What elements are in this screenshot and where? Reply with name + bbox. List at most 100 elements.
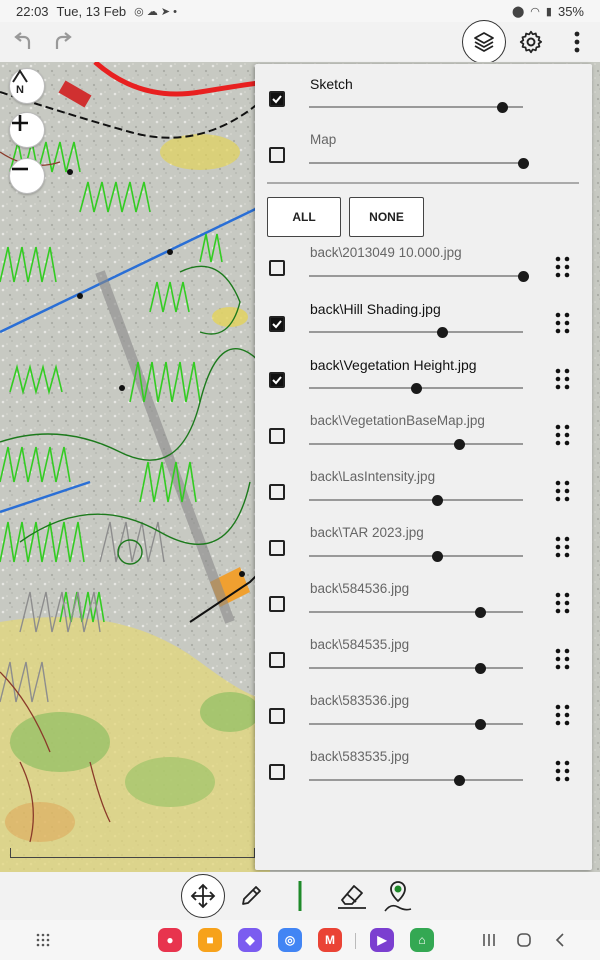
minus-icon: [12, 167, 28, 171]
slider-thumb[interactable]: [411, 383, 422, 394]
layer-opacity-slider[interactable]: [309, 551, 523, 562]
layer-drag-handle[interactable]: [553, 591, 573, 615]
layer-visibility-checkbox[interactable]: [269, 147, 285, 163]
vertical-dots-icon: [574, 31, 580, 53]
layer-drag-handle[interactable]: [553, 423, 573, 447]
app-shortcut-icon[interactable]: M: [318, 928, 342, 952]
layer-row: back\583535.jpg: [255, 742, 592, 798]
select-all-button[interactable]: ALL: [267, 197, 341, 237]
slider-thumb[interactable]: [453, 775, 465, 786]
slider-thumb[interactable]: [475, 607, 487, 618]
layers-panel: Sketch Map ALL NONE back\2013049 10.000.j…: [255, 64, 592, 870]
line-color-button[interactable]: [288, 874, 312, 918]
undo-arrow-icon: [14, 32, 31, 49]
app-shortcut-icon[interactable]: ◆: [238, 928, 262, 952]
layer-visibility-checkbox[interactable]: [269, 372, 285, 388]
layer-opacity-slider[interactable]: [309, 719, 523, 730]
redo-arrow-icon: [55, 32, 72, 49]
layer-opacity-slider[interactable]: [309, 439, 523, 450]
eraser-icon: [338, 885, 366, 909]
home-button[interactable]: [512, 928, 536, 952]
layer-opacity-slider[interactable]: [309, 102, 523, 113]
slider-thumb[interactable]: [432, 495, 444, 506]
slider-track: [309, 331, 523, 333]
eraser-tool-button[interactable]: [334, 874, 370, 918]
layer-drag-handle[interactable]: [553, 759, 573, 783]
layers-button[interactable]: [462, 20, 506, 64]
layer-row: back\Vegetation Height.jpg: [255, 350, 592, 406]
recent-apps-button[interactable]: [477, 928, 501, 952]
layer-opacity-slider[interactable]: [309, 775, 523, 786]
layer-opacity-slider[interactable]: [309, 607, 523, 618]
nav-divider: [355, 933, 356, 949]
layer-name: back\VegetationBaseMap.jpg: [310, 413, 485, 428]
slider-thumb[interactable]: [453, 439, 465, 450]
back-chevron-icon: [555, 933, 564, 947]
layer-visibility-checkbox[interactable]: [269, 428, 285, 444]
select-none-button[interactable]: NONE: [349, 197, 424, 237]
checkmark-icon: [272, 95, 282, 104]
layer-visibility-checkbox[interactable]: [269, 260, 285, 276]
north-label: N: [16, 84, 24, 95]
panel-divider: [267, 182, 579, 184]
layer-row: back\VegetationBaseMap.jpg: [255, 406, 592, 462]
layer-opacity-slider[interactable]: [309, 271, 529, 282]
back-button[interactable]: [548, 928, 572, 952]
layer-row: back\LasIntensity.jpg: [255, 462, 592, 518]
undo-button[interactable]: [8, 22, 40, 62]
north-button[interactable]: N: [9, 68, 45, 104]
more-options-button[interactable]: [562, 22, 592, 62]
layer-drag-handle[interactable]: [553, 367, 573, 391]
layer-drag-handle[interactable]: [553, 703, 573, 727]
drag-dots-icon: [555, 480, 570, 502]
app-shortcut-icon[interactable]: ▶: [370, 928, 394, 952]
layer-opacity-slider[interactable]: [309, 158, 529, 169]
layer-visibility-checkbox[interactable]: [269, 540, 285, 556]
move-tool-button[interactable]: [181, 874, 225, 918]
layer-visibility-checkbox[interactable]: [269, 596, 285, 612]
slider-thumb[interactable]: [475, 663, 487, 674]
app-shortcut-icon[interactable]: ●: [158, 928, 182, 952]
layer-drag-handle[interactable]: [553, 535, 573, 559]
layer-row: back\TAR 2023.jpg: [255, 518, 592, 574]
slider-thumb[interactable]: [496, 102, 508, 113]
settings-button[interactable]: [514, 22, 548, 62]
slider-track: [309, 779, 523, 781]
layer-visibility-checkbox[interactable]: [269, 91, 285, 107]
app-shortcut-icon[interactable]: ◎: [278, 928, 302, 952]
redo-button[interactable]: [46, 22, 78, 62]
layer-visibility-checkbox[interactable]: [269, 484, 285, 500]
slider-track: [309, 499, 523, 501]
layer-visibility-checkbox[interactable]: [269, 316, 285, 332]
layer-drag-handle[interactable]: [553, 255, 573, 279]
layer-drag-handle[interactable]: [553, 479, 573, 503]
location-icon: ⬤: [511, 5, 525, 18]
slider-thumb[interactable]: [436, 327, 448, 338]
zoom-in-button[interactable]: [9, 112, 45, 148]
app-drawer-button[interactable]: [31, 928, 55, 952]
slider-thumb[interactable]: [518, 271, 529, 282]
slider-thumb[interactable]: [518, 158, 529, 169]
slider-thumb[interactable]: [432, 551, 444, 562]
map-pin-track-icon: [384, 881, 412, 912]
layer-drag-handle[interactable]: [553, 311, 573, 335]
layer-drag-handle[interactable]: [553, 647, 573, 671]
track-pin-button[interactable]: [380, 874, 416, 918]
layer-opacity-slider[interactable]: [309, 383, 523, 394]
layer-opacity-slider[interactable]: [309, 495, 523, 506]
layer-visibility-checkbox[interactable]: [269, 652, 285, 668]
layer-name: back\583536.jpg: [310, 693, 410, 708]
battery-level: 35%: [557, 3, 584, 19]
layer-visibility-checkbox[interactable]: [269, 764, 285, 780]
layer-name: back\583535.jpg: [310, 749, 410, 764]
zoom-out-button[interactable]: [9, 158, 45, 194]
pencil-icon: [242, 886, 261, 905]
layer-opacity-slider[interactable]: [309, 663, 523, 674]
slider-thumb[interactable]: [475, 719, 487, 730]
layer-visibility-checkbox[interactable]: [269, 708, 285, 724]
app-shortcut-icon[interactable]: ■: [198, 928, 222, 952]
grid-dots-icon: [36, 933, 50, 947]
layer-opacity-slider[interactable]: [309, 327, 523, 338]
app-shortcut-icon[interactable]: ⌂: [410, 928, 434, 952]
pencil-tool-button[interactable]: [236, 874, 266, 918]
